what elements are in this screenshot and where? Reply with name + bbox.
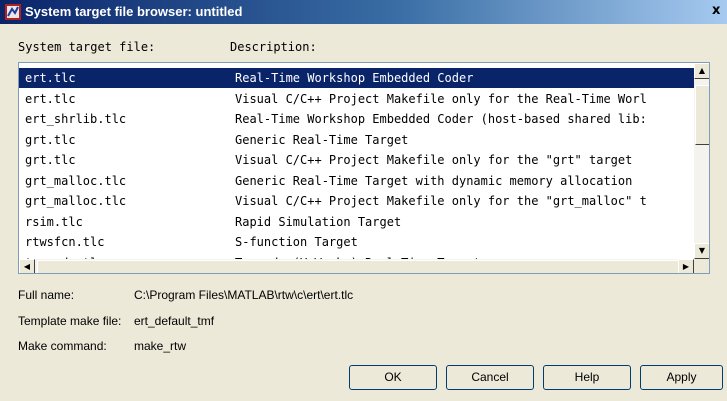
list-item[interactable]: rtwsfcn.tlc S-function Target — [19, 232, 694, 252]
ok-button[interactable]: OK — [349, 365, 437, 390]
scroll-up-icon[interactable]: ▲ — [694, 63, 709, 79]
target-file-name: grt.tlc — [25, 132, 76, 147]
vertical-scrollbar[interactable]: ▲ ▼ — [694, 63, 709, 259]
vertical-scroll-thumb[interactable] — [695, 85, 709, 145]
scroll-down-icon[interactable]: ▼ — [694, 243, 709, 259]
scrollbar-corner — [694, 259, 709, 273]
list-item[interactable]: grt_malloc.tlc Visual C/C++ Project Makef… — [19, 191, 694, 211]
cancel-button[interactable]: Cancel — [446, 365, 534, 390]
column-header-file: System target file: — [18, 40, 156, 54]
make-command-value: make_rtw — [134, 339, 187, 353]
list-item[interactable]: rsim.tlc Rapid Simulation Target — [19, 212, 694, 232]
horizontal-scrollbar[interactable]: ◀ ▶ — [19, 259, 694, 273]
column-headers: System target file: Description: — [0, 40, 727, 56]
list-item[interactable]: ert.tlc Visual C/C++ Project Makefile onl… — [19, 89, 694, 109]
list-item[interactable]: grt.tlc Generic Real-Time Target — [19, 130, 694, 150]
column-header-description: Description: — [230, 40, 317, 54]
title-bar[interactable]: System target file browser: untitled x — [0, 0, 727, 24]
target-file-description: Visual C/C++ Project Makefile only for t… — [235, 194, 647, 208]
target-browser-dialog: System target file browser: untitled x S… — [0, 0, 727, 401]
target-file-description: Real-Time Workshop Embedded Coder (host-… — [235, 112, 647, 126]
target-file-name: grt_malloc.tlc — [25, 194, 127, 208]
target-file-description: S-function Target — [235, 235, 358, 249]
template-make-file-label: Template make file: — [18, 314, 122, 328]
list-item[interactable]: grt_malloc.tlc Generic Real-Time Target w… — [19, 171, 694, 191]
help-button[interactable]: Help — [543, 365, 631, 390]
target-file-name: rsim.tlc — [25, 214, 83, 229]
target-file-description: Real-Time Workshop Embedded Coder — [235, 71, 474, 85]
full-name-value: C:\Program Files\MATLAB\rtw\c\ert\ert.tl… — [134, 288, 354, 302]
target-file-name: ert_shrlib.tlc — [25, 112, 127, 126]
close-icon[interactable]: x — [712, 4, 724, 18]
list-item[interactable]: grt.tlc Visual C/C++ Project Makefile onl… — [19, 150, 694, 170]
target-file-description: Visual C/C++ Project Makefile only for t… — [235, 153, 633, 167]
target-file-description: Generic Real-Time Target with dynamic me… — [235, 173, 633, 188]
scroll-right-icon[interactable]: ▶ — [678, 259, 694, 273]
template-make-file-value: ert_default_tmf — [134, 314, 215, 328]
apply-button[interactable]: Apply — [640, 365, 723, 390]
horizontal-scroll-thumb[interactable] — [37, 260, 681, 273]
target-file-name: ert.tlc — [25, 71, 76, 85]
target-file-description: Visual C/C++ Project Makefile only for t… — [235, 91, 647, 106]
target-file-rows: ert.tlc Real-Time Workshop Embedded Coder… — [19, 63, 694, 259]
make-command-label: Make command: — [18, 339, 107, 353]
target-file-name: grt_malloc.tlc — [25, 173, 127, 188]
list-item[interactable]: ert_shrlib.tlc Real-Time Workshop Embedde… — [19, 109, 694, 129]
list-item[interactable]: ert.tlc Real-Time Workshop Embedded Coder — [19, 68, 694, 88]
target-file-name: grt.tlc — [25, 153, 76, 167]
full-name-label: Full name: — [18, 288, 75, 302]
window-title: System target file browser: untitled — [25, 4, 243, 19]
target-file-list[interactable]: ert.tlc Real-Time Workshop Embedded Coder… — [18, 62, 710, 274]
simulink-app-icon — [5, 4, 21, 20]
target-file-name: ert.tlc — [25, 91, 76, 106]
scroll-left-icon[interactable]: ◀ — [19, 259, 35, 273]
target-file-name: rtwsfcn.tlc — [25, 235, 105, 249]
target-file-description: Rapid Simulation Target — [235, 214, 402, 229]
target-file-description: Generic Real-Time Target — [235, 132, 409, 147]
